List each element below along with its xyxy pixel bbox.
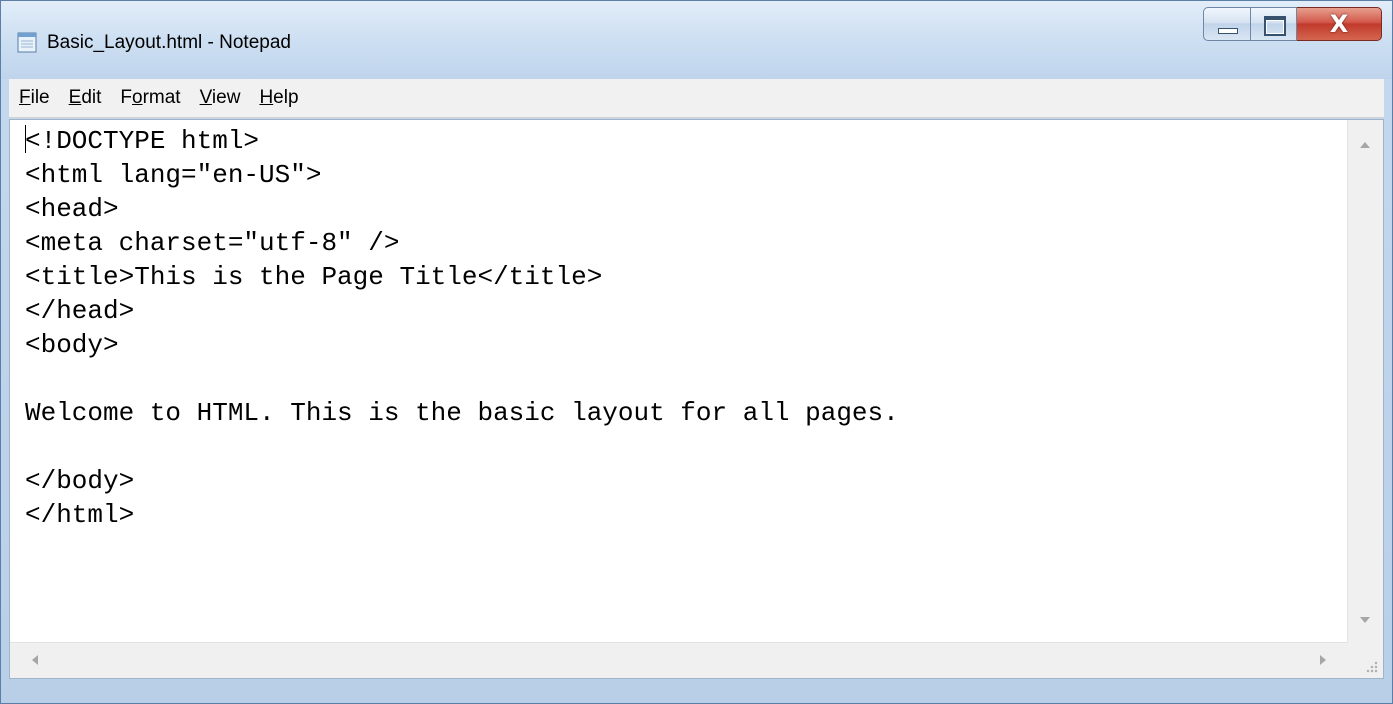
editor-line-text: <head> [25,194,119,224]
editor-line[interactable]: </body> [25,464,1343,498]
resize-grip-icon [1366,661,1378,673]
editor-line-text: <html lang="en-US"> [25,160,322,190]
maximize-icon [1264,16,1286,36]
maximize-button[interactable] [1251,7,1297,41]
minimize-button[interactable] [1203,7,1251,41]
text-editor[interactable]: <!DOCTYPE html> <html lang="en-US"> <head>… [9,119,1384,679]
editor-line[interactable]: <body> [25,328,1343,362]
notepad-icon[interactable] [17,31,37,53]
editor-line[interactable]: <!DOCTYPE html> [25,124,1343,158]
menu-edit[interactable]: Edit [59,87,111,109]
close-button[interactable]: X [1297,7,1382,41]
caption-buttons: X [1203,7,1382,43]
horizontal-scrollbar[interactable] [10,642,1348,678]
editor-line[interactable]: <html lang="en-US"> [25,158,1343,192]
title-bar[interactable]: Basic_Layout.html - Notepad X [1,1,1392,79]
editor-line-text: Welcome to HTML. This is the basic layou… [25,398,899,428]
editor-line-text: <meta charset="utf-8" /> [25,228,400,258]
menu-file[interactable]: File [9,87,59,109]
scroll-down-icon[interactable] [1360,617,1370,623]
editor-text[interactable]: <!DOCTYPE html> <html lang="en-US"> <head>… [25,124,1343,634]
menu-bar: File Edit Format View Help [9,79,1384,118]
window-title: Basic_Layout.html - Notepad [47,32,291,53]
editor-line[interactable] [25,362,1343,396]
editor-line[interactable]: <head> [25,192,1343,226]
editor-line[interactable]: <title>This is the Page Title</title> [25,260,1343,294]
editor-line-text: </body> [25,466,135,496]
minimize-icon [1218,28,1238,34]
menu-help[interactable]: Help [249,87,307,109]
editor-line[interactable]: <meta charset="utf-8" /> [25,226,1343,260]
editor-line-text: <body> [25,330,119,360]
scroll-left-icon[interactable] [32,655,38,665]
editor-line-text: <!DOCTYPE html> [25,126,260,156]
editor-line[interactable] [25,430,1343,464]
vertical-scrollbar[interactable] [1347,120,1383,643]
editor-line[interactable]: </head> [25,294,1343,328]
editor-line-text: </html> [25,500,135,530]
editor-line-text: <title>This is the Page Title</title> [25,262,603,292]
editor-line-text: </head> [25,296,135,326]
editor-line[interactable]: </html> [25,498,1343,532]
scroll-up-icon[interactable] [1360,142,1370,148]
scroll-right-icon[interactable] [1320,655,1326,665]
editor-line[interactable]: Welcome to HTML. This is the basic layou… [25,396,1343,430]
menu-format[interactable]: Format [110,87,189,109]
size-grip[interactable] [1348,643,1383,678]
menu-view[interactable]: View [190,87,250,109]
notepad-window: Basic_Layout.html - Notepad X File Edit Fo… [0,0,1393,704]
close-icon: X [1329,10,1349,38]
